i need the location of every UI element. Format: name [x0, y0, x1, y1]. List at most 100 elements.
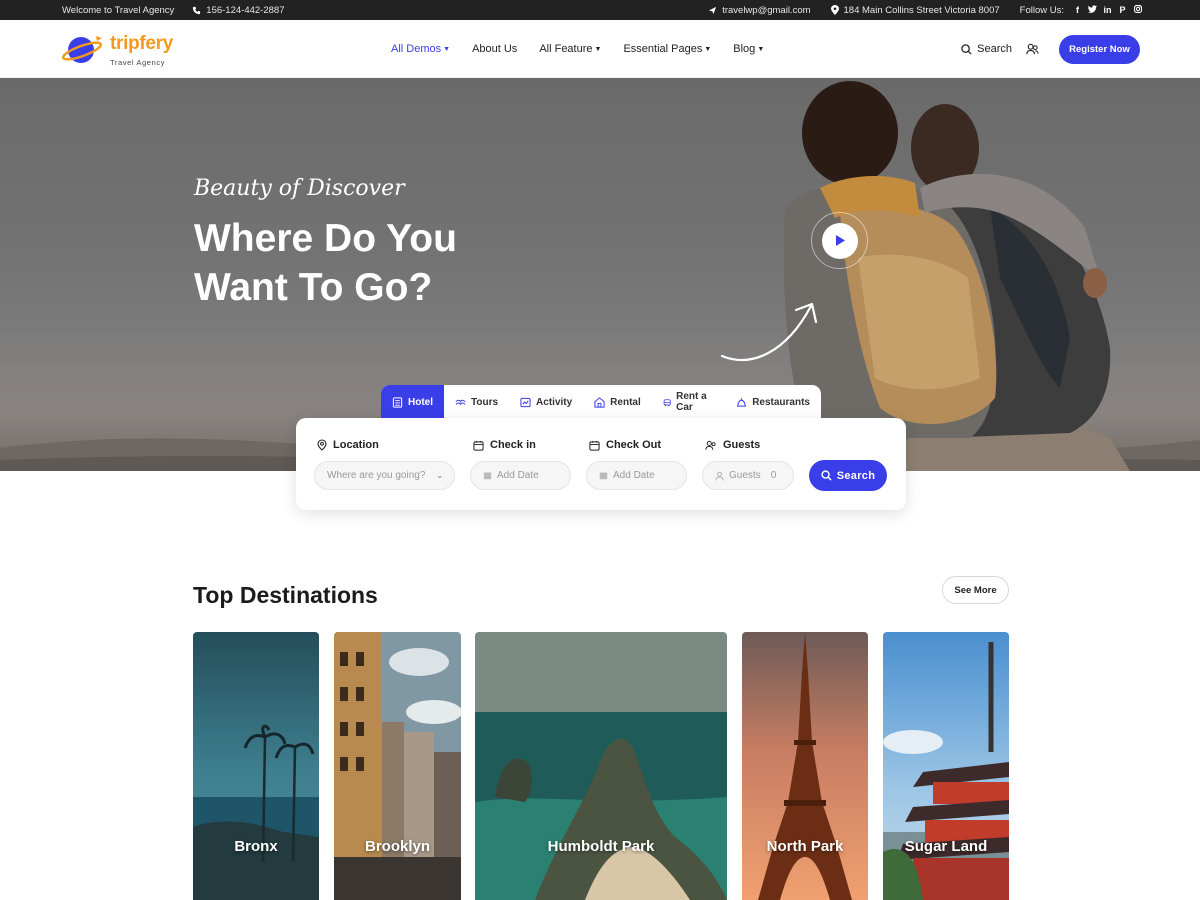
pinterest-icon[interactable]: P: [1118, 5, 1127, 15]
guests-input[interactable]: Guests 0: [702, 461, 794, 490]
logo-name: tripfery: [110, 33, 174, 54]
checkout-date-input[interactable]: Add Date: [586, 461, 687, 490]
nav-all-demos[interactable]: All Demos ▼: [391, 43, 450, 55]
instagram-icon[interactable]: [1133, 5, 1142, 15]
planet-logo-icon: [62, 36, 103, 63]
sugar-land-photo: [883, 632, 1009, 900]
destination-card-sugar-land[interactable]: Sugar Land: [883, 632, 1009, 900]
send-icon: [709, 6, 717, 14]
restaurant-icon: [737, 397, 747, 407]
see-more-button[interactable]: See More: [942, 576, 1009, 604]
calendar-icon: [589, 440, 600, 451]
checkout-label: Check Out: [589, 439, 661, 451]
tab-tours[interactable]: Tours: [444, 385, 509, 419]
user-icon[interactable]: [1026, 43, 1039, 56]
nav-label: Blog: [733, 43, 756, 55]
location-placeholder: Where are you going?: [327, 470, 426, 481]
phone-icon: [193, 6, 201, 14]
search-icon: [961, 43, 972, 55]
destination-name: Sugar Land: [904, 838, 988, 855]
guests-label: Guests: [705, 439, 760, 451]
section-title: Top Destinations: [193, 582, 378, 608]
chevron-down-icon: ⌄: [436, 471, 444, 480]
destination-name: Bronx: [234, 838, 278, 855]
location-label-text: Location: [333, 439, 379, 451]
calendar-icon: [473, 440, 484, 451]
caret-down-icon: ▼: [757, 45, 765, 53]
logo[interactable]: tripfery Travel Agency: [62, 30, 174, 70]
header-search-link[interactable]: Search: [961, 43, 1012, 55]
checkin-label: Check in: [473, 439, 536, 451]
email-link[interactable]: travelwp@gmail.com: [708, 4, 811, 16]
bronx-photo: [193, 632, 319, 900]
destination-card-humboldt-park[interactable]: Humboldt Park: [475, 632, 727, 900]
nav-label: About Us: [472, 43, 518, 55]
destination-card-brooklyn[interactable]: Brooklyn: [334, 632, 461, 900]
facebook-icon[interactable]: f: [1073, 5, 1082, 15]
site-header: tripfery Travel Agency All Demos ▼ About …: [0, 20, 1200, 78]
nav-all-feature[interactable]: All Feature ▼: [539, 43, 601, 55]
address-item: 184 Main Collins Street Victoria 8007: [830, 4, 1000, 16]
booking-panel: Location Where are you going? ⌄ Check in…: [296, 418, 906, 510]
destination-name: Brooklyn: [364, 838, 430, 855]
location-select[interactable]: Where are you going? ⌄: [314, 461, 455, 490]
tab-label: Activity: [536, 396, 573, 408]
tab-label: Tours: [471, 396, 499, 408]
follow-label: Follow Us:: [1019, 4, 1064, 16]
curved-arrow-icon: [720, 302, 818, 361]
north-park-photo: [742, 632, 868, 900]
nav-essential-pages[interactable]: Essential Pages ▼: [623, 43, 711, 55]
top-bar: Welcome to Travel Agency 156-124-442-288…: [0, 0, 1200, 20]
tab-rent-a-car[interactable]: Rent a Car: [652, 385, 725, 419]
play-button-inner: [821, 222, 858, 259]
phone-link[interactable]: 156-124-442-2887: [192, 5, 284, 16]
destination-name: North Park: [766, 838, 844, 855]
checkin-label-text: Check in: [490, 439, 536, 451]
tab-label: Restaurants: [752, 396, 810, 408]
nav-label: All Demos: [391, 43, 442, 55]
register-now-button[interactable]: Register Now: [1059, 34, 1140, 64]
search-button-label: Search: [836, 469, 876, 482]
search-label: Search: [977, 43, 1012, 55]
destination-name: Humboldt Park: [547, 838, 655, 855]
caret-down-icon: ▼: [594, 45, 602, 53]
phone-text: 156-124-442-2887: [206, 4, 285, 16]
destination-card-north-park[interactable]: North Park: [742, 632, 868, 900]
play-icon: [835, 235, 845, 246]
guests-label-text: Guests: [723, 439, 761, 451]
search-button[interactable]: Search: [809, 460, 887, 491]
rental-icon: [594, 396, 605, 408]
humboldt-park-photo: [475, 632, 727, 900]
tab-restaurants[interactable]: Restaurants: [725, 385, 821, 419]
search-icon: [821, 470, 832, 481]
tab-label: Rental: [610, 396, 641, 408]
linkedin-icon[interactable]: in: [1103, 5, 1112, 15]
follow-us: Follow Us: f in P: [1020, 5, 1142, 16]
nav-label: All Feature: [539, 43, 593, 55]
hero-kicker: Beauty of Discover: [194, 176, 405, 201]
brooklyn-photo: [334, 632, 461, 900]
hero-title: Where Do You Want To Go?: [194, 217, 457, 309]
guests-placeholder: Guests: [729, 470, 761, 481]
calendar-icon: [483, 472, 492, 480]
checkin-date-input[interactable]: Add Date: [470, 461, 571, 490]
tab-label: Hotel: [408, 396, 433, 408]
calendar-icon: [599, 472, 608, 480]
twitter-icon[interactable]: [1088, 5, 1097, 15]
tab-activity[interactable]: Activity: [509, 385, 583, 419]
checkin-placeholder: Add Date: [497, 470, 539, 481]
car-icon: [663, 398, 671, 406]
checkout-placeholder: Add Date: [613, 470, 655, 481]
address-text: 184 Main Collins Street Victoria 8007: [843, 4, 1000, 16]
play-video-button[interactable]: [811, 212, 868, 269]
tab-hotel[interactable]: Hotel: [381, 385, 444, 419]
tab-rental[interactable]: Rental: [583, 385, 652, 419]
nav-label: Essential Pages: [623, 43, 703, 55]
welcome-text: Welcome to Travel Agency: [62, 4, 175, 16]
nav-blog[interactable]: Blog ▼: [733, 43, 764, 55]
email-text: travelwp@gmail.com: [722, 4, 811, 16]
logo-tagline: Travel Agency: [110, 58, 166, 67]
nav-about-us[interactable]: About Us: [472, 43, 517, 55]
destination-card-bronx[interactable]: Bronx: [193, 632, 319, 900]
guests-count: 0: [770, 470, 777, 481]
